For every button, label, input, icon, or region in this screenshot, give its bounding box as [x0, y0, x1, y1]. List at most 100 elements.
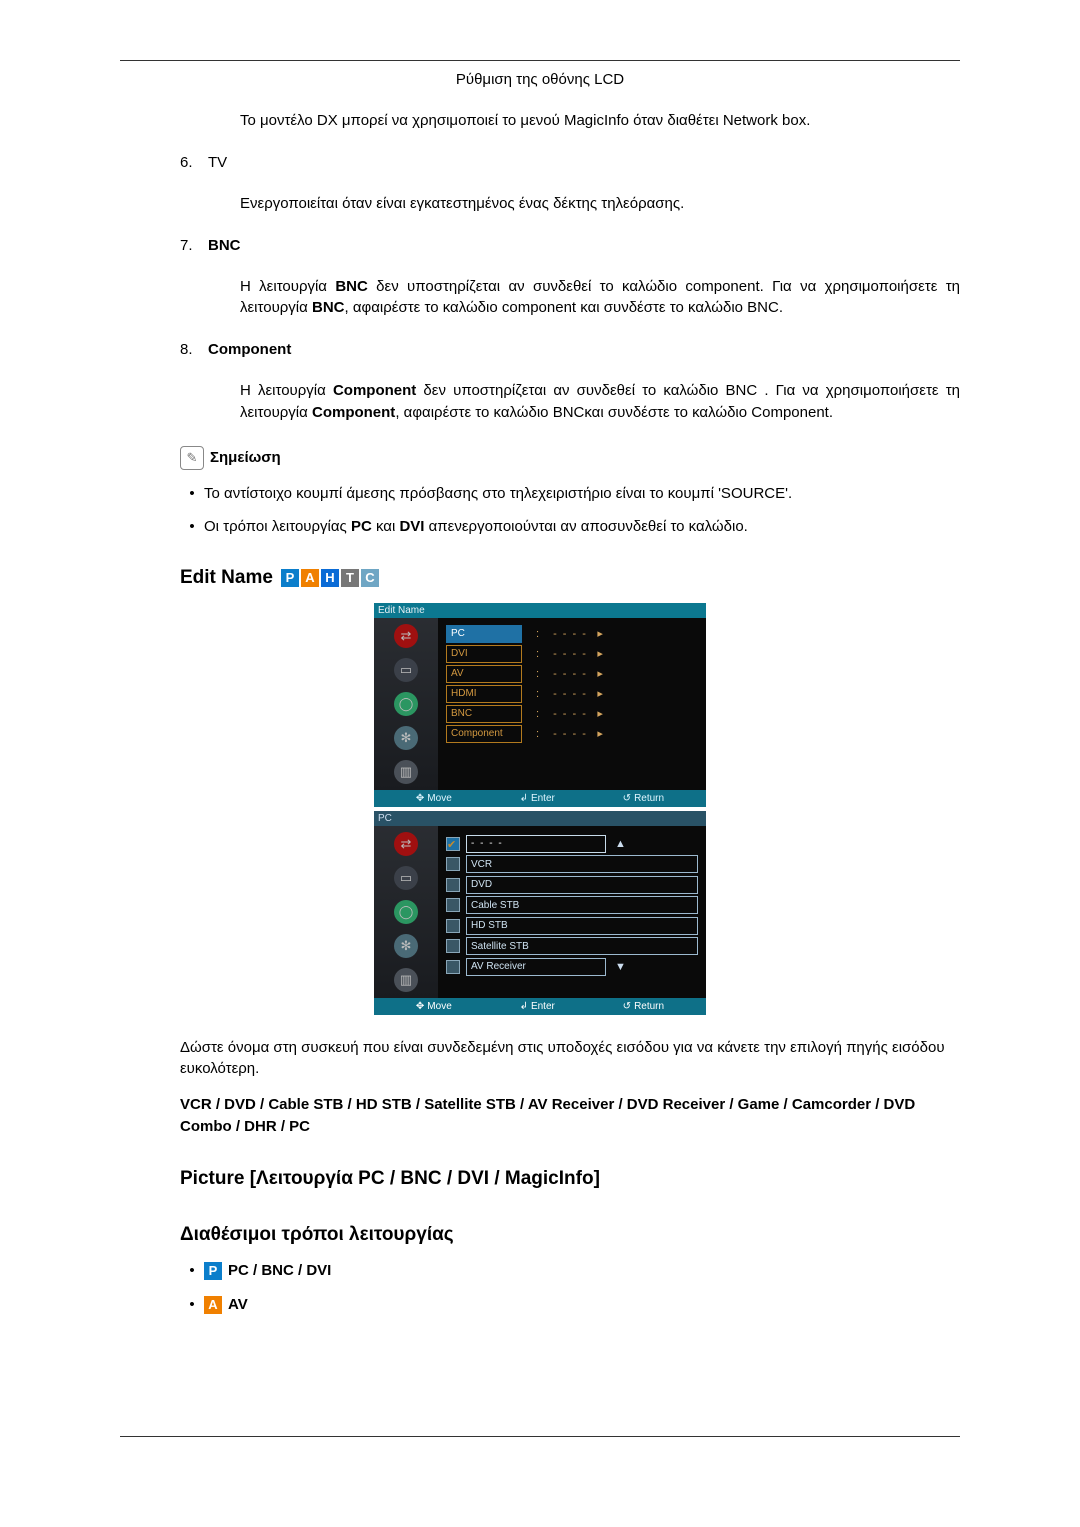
osd-row-dvd[interactable]: DVD — [446, 875, 698, 896]
osd-side-icon-input: ⇄ — [394, 832, 418, 856]
bullet-text: Το αντίστοιχο κουμπί άμεσης πρόσβασης στ… — [204, 484, 792, 504]
foot-return: Return — [634, 1001, 664, 1012]
osd-row-label: HDMI — [446, 685, 522, 703]
osd-row-label: HD STB — [466, 917, 698, 935]
list-body-7: Η λειτουργία BNC δεν υποστηρίζεται αν συ… — [240, 276, 960, 320]
picture-heading: Picture [Λειτουργία PC / BNC / DVI / Mag… — [180, 1168, 960, 1190]
osd-row-label: Satellite STB — [466, 937, 698, 955]
move-icon: ✥ — [416, 1001, 424, 1012]
check-icon — [446, 939, 460, 953]
list-heading-tv: TV — [208, 154, 227, 171]
osd-row-cablestb[interactable]: Cable STB — [446, 895, 698, 916]
osd-row-hdmi[interactable]: HDMI:- - - -▸ — [446, 684, 698, 704]
bullet-icon: • — [180, 1296, 204, 1313]
osd-row-label: VCR — [466, 855, 698, 873]
osd-row-label: - - - - — [466, 835, 606, 853]
mode-line-pc: • P PC / BNC / DVI — [180, 1262, 960, 1280]
osd-title: Edit Name — [374, 603, 706, 618]
osd-side-icon-gear: ✻ — [394, 726, 418, 750]
mode-chip-c: C — [361, 569, 379, 587]
available-modes-heading: Διαθέσιμοι τρόποι λειτουργίας — [180, 1224, 960, 1246]
bullet-icon: • — [180, 517, 204, 537]
osd-edit-name: Edit Name ⇄ ▭ ◯ ✻ ▥ PC:- - - -▸ DVI:- - … — [374, 603, 706, 807]
list-heading-component: Component — [208, 341, 291, 358]
osd-row-label: DVI — [446, 645, 522, 663]
bullet-text: Οι τρόποι λειτουργίας PC και DVI απενεργ… — [204, 517, 748, 537]
mode-chip-t: T — [341, 569, 359, 587]
osd-side-icon-screen: ▭ — [394, 658, 418, 682]
foot-move: Move — [427, 793, 451, 804]
move-icon: ✥ — [416, 793, 424, 804]
osd-row-av[interactable]: AV:- - - -▸ — [446, 664, 698, 684]
osd-row-label: DVD — [466, 876, 698, 894]
note-bullet-1: • Το αντίστοιχο κουμπί άμεσης πρόσβασης … — [180, 484, 960, 504]
return-icon: ↺ — [623, 793, 631, 804]
osd-row-hdstb[interactable]: HD STB — [446, 916, 698, 937]
osd-row-label: Component — [446, 725, 522, 743]
osd-side-icon-screen: ▭ — [394, 866, 418, 890]
osd-row-label: BNC — [446, 705, 522, 723]
foot-return: Return — [634, 793, 664, 804]
mode-line-av: • A AV — [180, 1296, 960, 1314]
osd-subtitle: PC — [374, 811, 706, 826]
osd-row-satstb[interactable]: Satellite STB — [446, 936, 698, 957]
osd-row-component[interactable]: Component:- - - -▸ — [446, 724, 698, 744]
osd-row-selected[interactable]: ✔ - - - - ▲ — [446, 834, 698, 855]
check-icon: ✔ — [446, 837, 460, 851]
return-icon: ↺ — [623, 1001, 631, 1012]
osd-main: PC:- - - -▸ DVI:- - - -▸ AV:- - - -▸ HDM… — [438, 618, 706, 790]
osd-foot: ✥Move ↲Enter ↺Return — [374, 998, 706, 1015]
check-icon — [446, 898, 460, 912]
enter-icon: ↲ — [520, 793, 528, 804]
osd-row-vcr[interactable]: VCR — [446, 854, 698, 875]
note-icon: ✎ — [180, 446, 204, 470]
osd-row-label: AV Receiver — [466, 958, 606, 976]
osd-row-label: PC — [446, 625, 522, 643]
mode-label: AV — [228, 1296, 248, 1313]
mode-chip-a: A — [301, 569, 319, 587]
osd-row-label: Cable STB — [466, 896, 698, 914]
list-num: 7. — [180, 237, 208, 254]
check-icon — [446, 919, 460, 933]
list-body-6: Ενεργοποιείται όταν είναι εγκατεστημένος… — [240, 193, 960, 215]
osd-foot: ✥Move ↲Enter ↺Return — [374, 790, 706, 807]
check-icon — [446, 857, 460, 871]
device-list: VCR / DVD / Cable STB / HD STB / Satelli… — [180, 1096, 915, 1135]
list-heading-bnc: BNC — [208, 237, 241, 254]
foot-enter: Enter — [531, 793, 555, 804]
osd-main: ✔ - - - - ▲ VCR DVD Cable STB HD STB Sat… — [438, 826, 706, 998]
mode-label: PC / BNC / DVI — [228, 1262, 331, 1279]
check-icon — [446, 960, 460, 974]
osd-side-icon-input: ⇄ — [394, 624, 418, 648]
osd-side-icon-doc: ▥ — [394, 968, 418, 992]
osd-row-bnc[interactable]: BNC:- - - -▸ — [446, 704, 698, 724]
list-num: 8. — [180, 341, 208, 358]
osd-side-icon-gear: ✻ — [394, 934, 418, 958]
foot-move: Move — [427, 1001, 451, 1012]
osd-row-dvi[interactable]: DVI:- - - -▸ — [446, 644, 698, 664]
intro-paragraph: Το μοντέλο DX μπορεί να χρησιμοποιεί το … — [240, 110, 960, 132]
edit-name-heading: Edit Name P A H T C — [180, 567, 960, 589]
list-item-8: 8. Component — [180, 341, 960, 358]
arrow-down-icon: ▼ — [615, 961, 626, 973]
note-title: Σημείωση — [210, 449, 281, 466]
after-osd-p1: Δώστε όνομα στη συσκευή που είναι συνδεδ… — [180, 1037, 960, 1081]
mode-chip-p: P — [204, 1262, 222, 1280]
enter-icon: ↲ — [520, 1001, 528, 1012]
osd-side-icon-circle: ◯ — [394, 692, 418, 716]
mode-chip-p: P — [281, 569, 299, 587]
mode-chip-a: A — [204, 1296, 222, 1314]
list-num: 6. — [180, 154, 208, 171]
osd-edit-name-pc: PC ⇄ ▭ ◯ ✻ ▥ ✔ - - - - ▲ VCR DVD — [374, 811, 706, 1015]
osd-sidebar: ⇄ ▭ ◯ ✻ ▥ — [374, 826, 438, 998]
note-bullet-2: • Οι τρόποι λειτουργίας PC και DVI απενε… — [180, 517, 960, 537]
osd-row-pc[interactable]: PC:- - - -▸ — [446, 624, 698, 644]
note-row: ✎ Σημείωση — [180, 446, 960, 470]
page-header: Ρύθμιση της οθόνης LCD — [120, 71, 960, 88]
bullet-icon: • — [180, 484, 204, 504]
edit-name-text: Edit Name — [180, 567, 273, 589]
osd-side-icon-doc: ▥ — [394, 760, 418, 784]
osd-row-avrec[interactable]: AV Receiver ▼ — [446, 957, 698, 978]
after-osd-p2: VCR / DVD / Cable STB / HD STB / Satelli… — [180, 1094, 960, 1138]
osd-side-icon-circle: ◯ — [394, 900, 418, 924]
